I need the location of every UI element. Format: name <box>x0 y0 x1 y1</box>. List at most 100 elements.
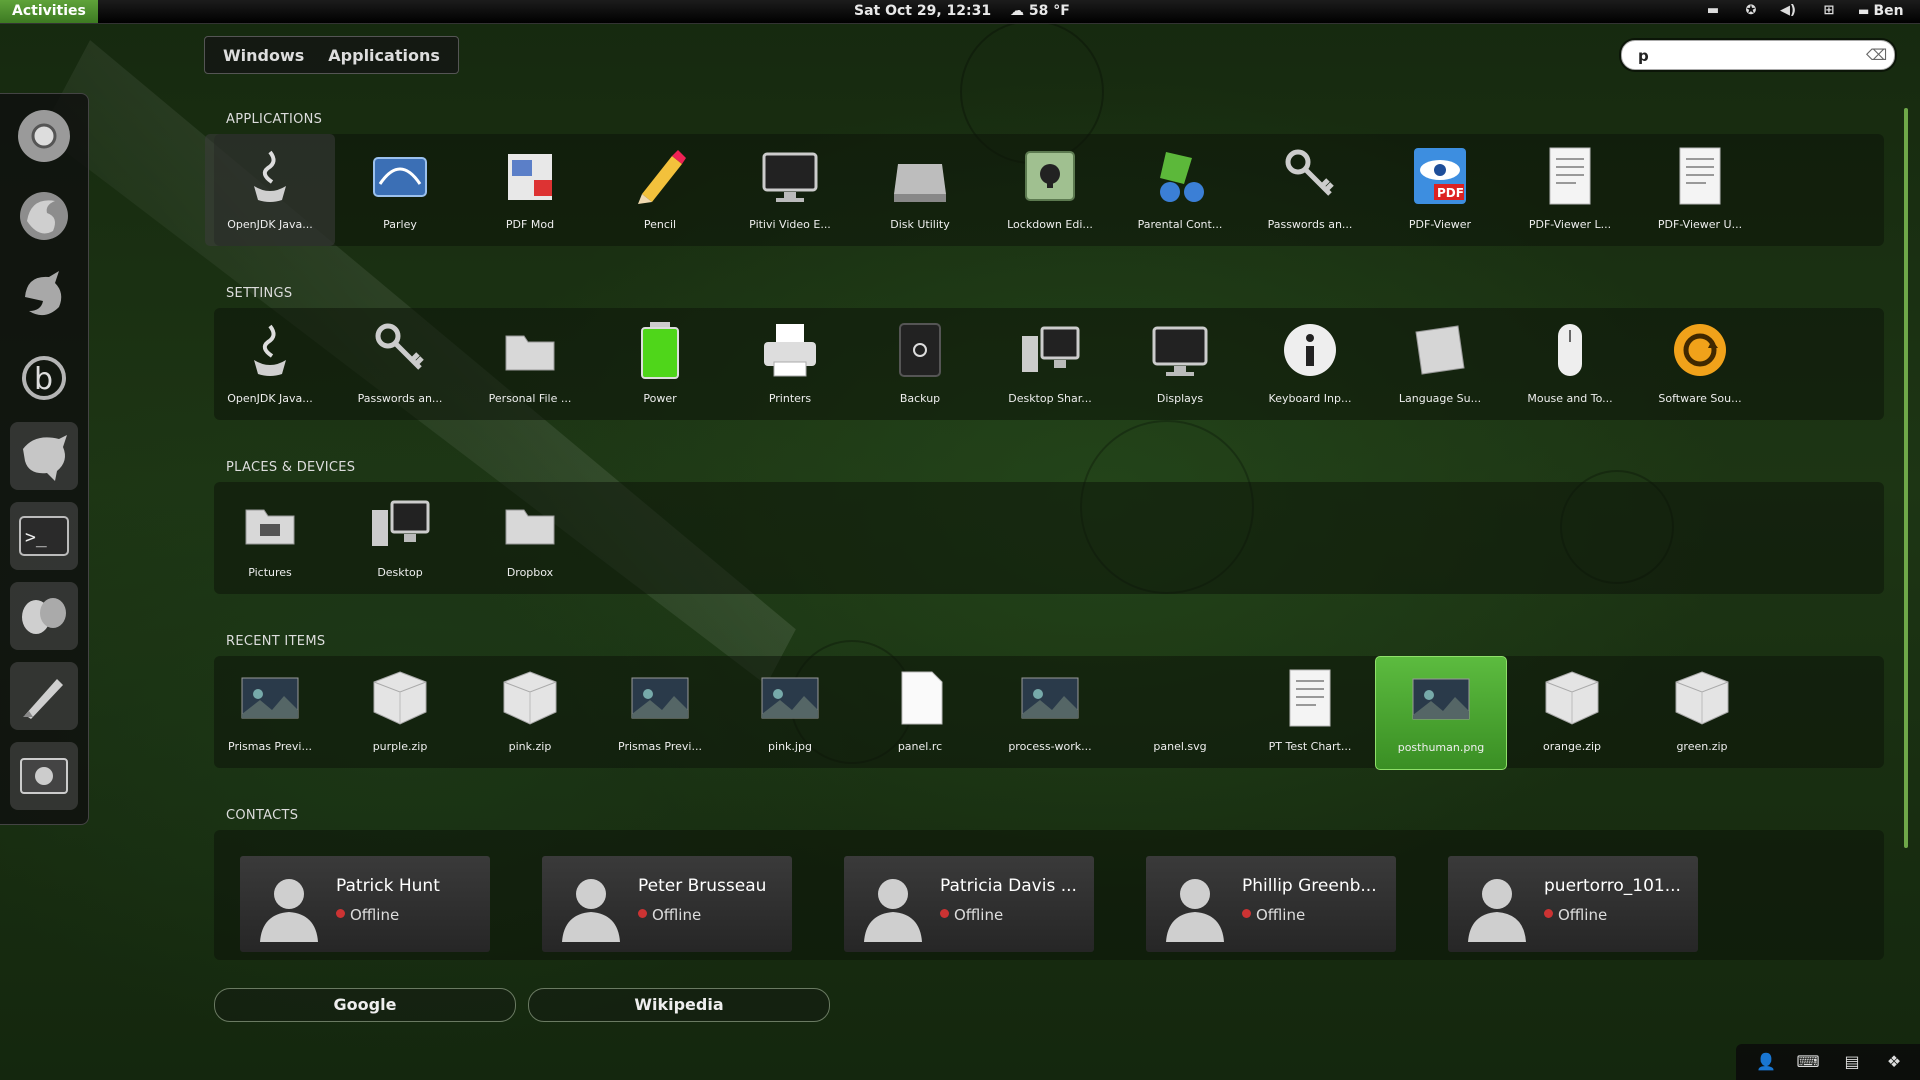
empathy-icon[interactable] <box>10 582 78 650</box>
user-icon[interactable]: 👤 <box>1754 1052 1778 1072</box>
application-tile[interactable]: PDF Mod <box>465 134 595 246</box>
application-tile[interactable]: Disk Utility <box>855 134 985 246</box>
place-tile[interactable]: Pictures <box>205 482 335 594</box>
contact-card[interactable]: Phillip Greenb... Offline <box>1146 856 1396 952</box>
search-box: ⌫ <box>1621 40 1895 70</box>
network-icon[interactable]: ⊞ <box>1820 3 1838 19</box>
software-update-icon <box>1668 318 1732 382</box>
setting-tile[interactable]: Personal File ... <box>465 308 595 420</box>
recent-item-tile[interactable]: pink.jpg <box>725 656 855 768</box>
terminal-icon[interactable]: >_ <box>10 502 78 570</box>
clock[interactable]: Sat Oct 29, 12:31 <box>854 0 991 23</box>
setting-tile[interactable]: Passwords an... <box>335 308 465 420</box>
application-tile[interactable]: PDF-Viewer L... <box>1505 134 1635 246</box>
folder-icon[interactable]: ▬ <box>1704 3 1722 19</box>
gnome-screenshot-icon[interactable] <box>10 742 78 810</box>
inkscape-icon[interactable] <box>10 662 78 730</box>
weather-indicator[interactable]: ☁ 58 °F <box>1010 0 1070 23</box>
clear-search-icon[interactable]: ⌫ <box>1866 45 1887 65</box>
tab-windows[interactable]: Windows <box>211 46 316 65</box>
application-tile[interactable]: Pencil <box>595 134 725 246</box>
recent-item-tile[interactable]: PT Test Chart... <box>1245 656 1375 768</box>
application-label: Pitivi Video E... <box>749 218 831 231</box>
chromium-icon[interactable] <box>10 102 78 170</box>
recent-item-tile[interactable]: Prismas Previ... <box>205 656 335 768</box>
contact-name: Peter Brusseau <box>638 876 767 896</box>
recent-item-tile[interactable]: process-work... <box>985 656 1115 768</box>
dropbox-icon[interactable]: ❖ <box>1882 1052 1906 1072</box>
notes-icon[interactable]: ▤ <box>1840 1052 1864 1072</box>
place-tile[interactable]: Dropbox <box>465 482 595 594</box>
setting-tile[interactable]: Power <box>595 308 725 420</box>
image-thumb-icon <box>758 666 822 730</box>
application-tile[interactable]: Passwords an... <box>1245 134 1375 246</box>
recent-item-tile[interactable]: panel.svg <box>1115 656 1245 768</box>
application-tile[interactable]: Lockdown Edi... <box>985 134 1115 246</box>
setting-tile[interactable]: Language Su... <box>1375 308 1505 420</box>
setting-tile[interactable]: Desktop Shar... <box>985 308 1115 420</box>
firefox-icon[interactable] <box>10 182 78 250</box>
volume-icon[interactable]: ◀) <box>1779 3 1797 19</box>
contact-card[interactable]: Patrick Hunt Offline <box>240 856 490 952</box>
application-tile[interactable]: OpenJDK Java... <box>205 134 335 246</box>
accessibility-icon[interactable]: ✪ <box>1742 3 1760 19</box>
search-input[interactable] <box>1636 44 1860 68</box>
avatar <box>556 870 626 942</box>
keyboard-icon[interactable]: ⌨ <box>1796 1052 1820 1072</box>
recent-item-tile[interactable]: posthuman.png <box>1375 656 1507 770</box>
application-tile[interactable]: Parental Cont... <box>1115 134 1245 246</box>
setting-tile[interactable]: OpenJDK Java... <box>205 308 335 420</box>
recent-item-label: Prismas Previ... <box>228 740 312 753</box>
message-tray: 👤 ⌨ ▤ ❖ <box>1736 1044 1920 1080</box>
image-thumb-icon <box>628 666 692 730</box>
search-provider-google[interactable]: Google <box>214 988 516 1022</box>
thunderbird-icon[interactable] <box>10 262 78 330</box>
setting-tile[interactable]: Software Sou... <box>1635 308 1765 420</box>
application-label: Disk Utility <box>890 218 950 231</box>
setting-tile[interactable]: Keyboard Inp... <box>1245 308 1375 420</box>
activities-button[interactable]: Activities <box>0 0 98 23</box>
recent-item-label: purple.zip <box>372 740 428 753</box>
setting-tile[interactable]: Printers <box>725 308 855 420</box>
recent-item-label: posthuman.png <box>1397 741 1485 754</box>
avatar <box>858 870 928 942</box>
setting-tile[interactable]: Displays <box>1115 308 1245 420</box>
image-thumb-icon <box>1409 667 1473 731</box>
avatar <box>254 870 324 942</box>
banshee-icon[interactable]: b <box>10 342 78 410</box>
application-tile[interactable]: Parley <box>335 134 465 246</box>
application-tile[interactable]: Pitivi Video E... <box>725 134 855 246</box>
user-name: Ben <box>1873 3 1904 19</box>
contact-card[interactable]: puertorro_101... Offline <box>1448 856 1698 952</box>
tab-applications[interactable]: Applications <box>316 46 452 65</box>
recent-item-tile[interactable]: panel.rc <box>855 656 985 768</box>
application-tile[interactable]: PDF-Viewer U... <box>1635 134 1765 246</box>
contact-card[interactable]: Patricia Davis ... Offline <box>844 856 1094 952</box>
setting-label: Displays <box>1156 392 1204 405</box>
folder-icon <box>498 492 562 556</box>
section-title-places: PLACES & DEVICES <box>226 460 356 475</box>
recent-item-tile[interactable]: pink.zip <box>465 656 595 768</box>
lock-icon <box>1018 144 1082 208</box>
recent-item-tile[interactable]: purple.zip <box>335 656 465 768</box>
setting-tile[interactable]: Backup <box>855 308 985 420</box>
top-panel: Activities Sat Oct 29, 12:31 ☁ 58 °F ▬ ✪… <box>0 0 1920 24</box>
setting-tile[interactable]: Mouse and To... <box>1505 308 1635 420</box>
recent-item-tile[interactable]: Prismas Previ... <box>595 656 725 768</box>
recent-item-tile[interactable]: orange.zip <box>1507 656 1637 768</box>
user-menu[interactable]: ▬ Ben <box>1858 0 1904 23</box>
scrollbar[interactable] <box>1904 108 1908 848</box>
pdf-mod-icon <box>498 144 562 208</box>
setting-label: Power <box>643 392 677 405</box>
setting-label: Language Su... <box>1398 392 1482 405</box>
place-tile[interactable]: Desktop <box>335 482 465 594</box>
recent-item-tile[interactable]: green.zip <box>1637 656 1767 768</box>
application-label: PDF-Viewer U... <box>1657 218 1743 231</box>
image-thumb-icon <box>238 666 302 730</box>
application-label: OpenJDK Java... <box>227 218 313 231</box>
search-provider-wikipedia[interactable]: Wikipedia <box>528 988 830 1022</box>
gimp-icon[interactable] <box>10 422 78 490</box>
contact-card[interactable]: Peter Brusseau Offline <box>542 856 792 952</box>
application-tile[interactable]: PDF PDF-Viewer <box>1375 134 1505 246</box>
document-icon <box>1278 666 1342 730</box>
